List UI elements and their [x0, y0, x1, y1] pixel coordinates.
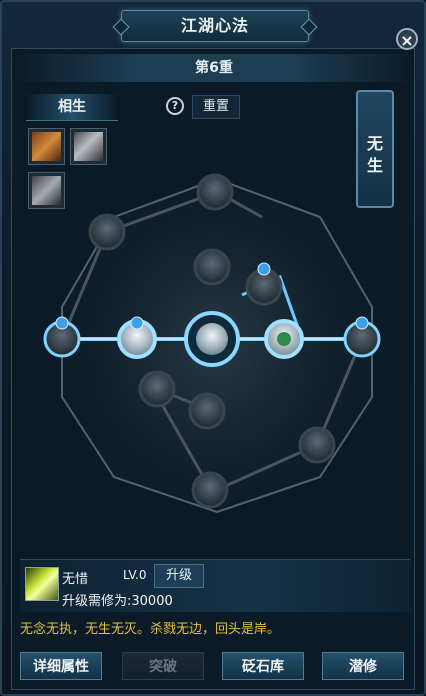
reset-button[interactable]: 重置	[192, 95, 240, 119]
skill-level: LV.0	[123, 568, 147, 582]
node-top[interactable]	[196, 173, 234, 211]
upgrade-button[interactable]: 升级	[154, 564, 204, 588]
item-silver-crate-icon	[74, 132, 103, 161]
alert-icon	[355, 316, 369, 330]
stage-header: 第6重	[14, 54, 414, 82]
game-window: 江湖心法 × 第6重 相生 ? 重置 无 生 无惜 LV.0 升级 升级需修为:…	[0, 0, 426, 696]
item-slot-2[interactable]	[70, 128, 107, 165]
meridian-wheel	[43, 173, 381, 514]
skill-name: 无惜	[62, 572, 89, 587]
whetstone-button[interactable]: 砭石库	[222, 652, 304, 680]
skill-quote: 无念无执，无生无灭。杀戮无边，回头是岸。	[20, 622, 281, 637]
cultivate-button[interactable]: 潜修	[322, 652, 404, 680]
item-red-book-icon	[32, 132, 61, 161]
alert-icon	[130, 316, 144, 330]
details-button[interactable]: 详细属性	[20, 652, 102, 680]
breakthrough-button[interactable]: 突破	[122, 652, 204, 680]
skill-icon[interactable]	[25, 567, 59, 601]
help-icon[interactable]: ?	[166, 97, 184, 115]
alert-icon	[55, 316, 69, 330]
alert-icon	[257, 262, 271, 276]
node-bottom[interactable]	[191, 471, 229, 509]
node-center-top[interactable]	[193, 248, 231, 286]
node-lower-right[interactable]	[298, 426, 336, 464]
node-right-active[interactable]	[264, 319, 304, 359]
item-slot-1[interactable]	[28, 128, 65, 165]
node-upper-left[interactable]	[88, 213, 126, 251]
node-lower-left[interactable]	[138, 370, 176, 408]
node-center[interactable]	[184, 311, 240, 367]
tab-xiangsheng[interactable]: 相生	[26, 94, 118, 121]
skill-info-panel: 无惜 LV.0 升级 升级需修为:30000	[20, 559, 410, 612]
node-lower-center[interactable]	[188, 392, 226, 430]
window-title: 江湖心法	[121, 10, 309, 42]
close-button[interactable]: ×	[396, 28, 418, 50]
side-tab-char-1: 无	[366, 134, 383, 153]
upgrade-cost: 升级需修为:30000	[62, 594, 173, 609]
